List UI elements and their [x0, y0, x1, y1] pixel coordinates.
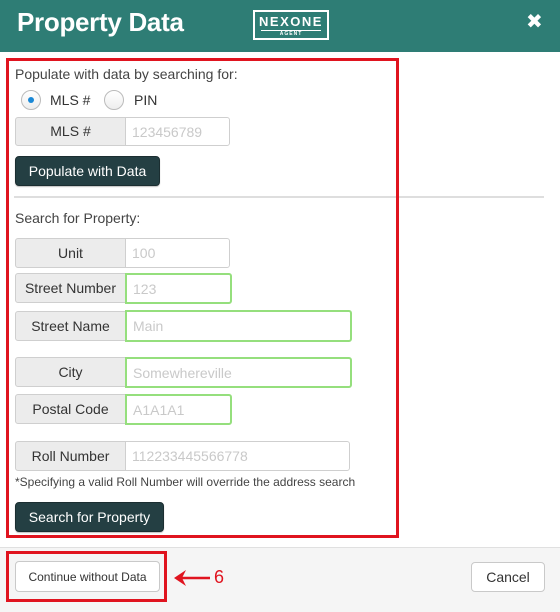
- dialog-header: Property Data NEXONE AGENT ✖: [0, 0, 560, 52]
- postal-code-input[interactable]: [125, 394, 232, 425]
- roll-number-addon-label: Roll Number: [15, 441, 126, 471]
- logo-sub-text: AGENT: [261, 30, 321, 38]
- search-heading: Search for Property:: [15, 210, 141, 226]
- populate-heading: Populate with data by searching for:: [15, 66, 238, 82]
- radio-mls[interactable]: [21, 90, 41, 110]
- nexone-agent-logo: NEXONE AGENT: [253, 10, 329, 40]
- city-input[interactable]: [125, 357, 352, 388]
- mls-input[interactable]: [125, 117, 230, 146]
- radio-pin-label: PIN: [134, 92, 158, 108]
- mls-addon-label: MLS #: [15, 117, 126, 146]
- logo-main-text: NEXONE: [259, 14, 323, 29]
- street-number-addon-label: Street Number: [15, 273, 126, 303]
- continue-without-data-button[interactable]: Continue without Data: [15, 561, 160, 592]
- street-name-input[interactable]: [125, 310, 352, 342]
- populate-with-data-button[interactable]: Populate with Data: [15, 156, 160, 186]
- unit-addon-label: Unit: [15, 238, 126, 268]
- close-icon[interactable]: ✖: [526, 9, 543, 33]
- search-for-property-button[interactable]: Search for Property: [15, 502, 164, 532]
- street-name-addon-label: Street Name: [15, 311, 126, 341]
- annotation-arrow-icon: [174, 570, 210, 586]
- unit-input[interactable]: [125, 238, 230, 268]
- dialog-title: Property Data: [17, 7, 184, 37]
- cancel-button[interactable]: Cancel: [471, 562, 545, 592]
- radio-mls-label: MLS #: [50, 92, 91, 108]
- section-divider: [14, 196, 544, 198]
- city-addon-label: City: [15, 357, 126, 387]
- roll-number-input[interactable]: [125, 441, 350, 471]
- radio-pin[interactable]: [104, 90, 124, 110]
- postal-code-addon-label: Postal Code: [15, 394, 126, 424]
- street-number-input[interactable]: [125, 273, 232, 304]
- roll-number-note: *Specifying a valid Roll Number will ove…: [15, 475, 356, 489]
- annotation-number: 6: [214, 567, 225, 587]
